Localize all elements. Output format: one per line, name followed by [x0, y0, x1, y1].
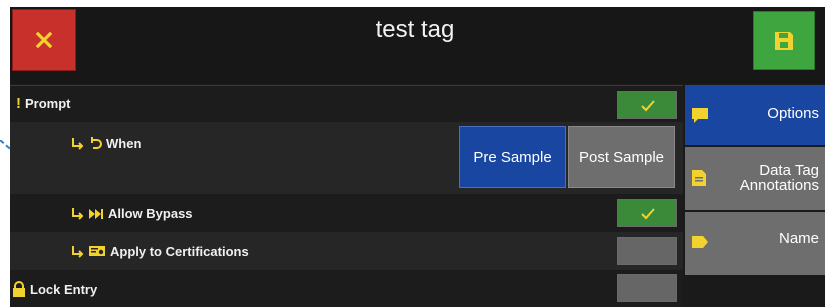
pre-sample-option[interactable]: Pre Sample: [459, 126, 566, 188]
lock-entry-label: Lock Entry: [30, 281, 98, 297]
sub-arrow-icon: [72, 137, 84, 150]
lock-entry-toggle[interactable]: [617, 274, 677, 302]
close-icon: [35, 31, 53, 49]
when-row: When Pre Sample Post Sample: [10, 122, 683, 194]
options-button[interactable]: Options: [685, 85, 825, 145]
when-label: When: [106, 136, 142, 151]
certificate-icon: [89, 245, 105, 256]
document-icon: [692, 170, 706, 186]
lock-entry-row: Lock Entry: [10, 270, 683, 307]
header-bar: test tag: [10, 7, 825, 84]
data-tag-annotations-button[interactable]: Data Tag Annotations: [685, 147, 825, 210]
allow-bypass-toggle[interactable]: [617, 199, 677, 227]
post-sample-option[interactable]: Post Sample: [568, 126, 675, 188]
speech-bubble-icon: [692, 108, 708, 123]
fast-forward-icon: [89, 208, 103, 219]
options-label: Options: [767, 105, 819, 122]
prompt-toggle[interactable]: [617, 91, 677, 119]
save-button[interactable]: [753, 11, 815, 70]
apply-to-certifications-row: Apply to Certifications: [10, 232, 683, 270]
save-icon: [775, 31, 793, 50]
exclamation-icon: !: [16, 95, 21, 112]
settings-list: ! Prompt When Pre Sample Post Sample All…: [10, 85, 683, 307]
name-label: Name: [778, 230, 819, 247]
check-icon: [641, 208, 655, 220]
allow-bypass-row: Allow Bypass: [10, 194, 683, 232]
side-panel: Options Data Tag Annotations Name: [683, 85, 825, 307]
page-title: test tag: [375, 16, 455, 43]
tag-editor-window: test tag ! Prompt When Pre Sample Post S…: [10, 7, 825, 307]
prompt-row: ! Prompt: [10, 85, 683, 122]
check-icon: [641, 100, 655, 112]
close-button[interactable]: [12, 9, 76, 71]
lock-icon: [13, 281, 25, 297]
tag-icon: [692, 236, 708, 248]
apply-to-certifications-label: Apply to Certifications: [110, 244, 249, 259]
sub-arrow-icon: [72, 245, 84, 258]
allow-bypass-label: Allow Bypass: [108, 206, 193, 221]
prompt-label: Prompt: [25, 96, 71, 111]
undo-icon: [91, 136, 102, 149]
data-tag-label-line2: Annotations: [739, 177, 819, 194]
name-button[interactable]: Name: [685, 212, 825, 275]
sub-arrow-icon: [72, 207, 84, 220]
apply-to-certifications-toggle[interactable]: [617, 237, 677, 265]
